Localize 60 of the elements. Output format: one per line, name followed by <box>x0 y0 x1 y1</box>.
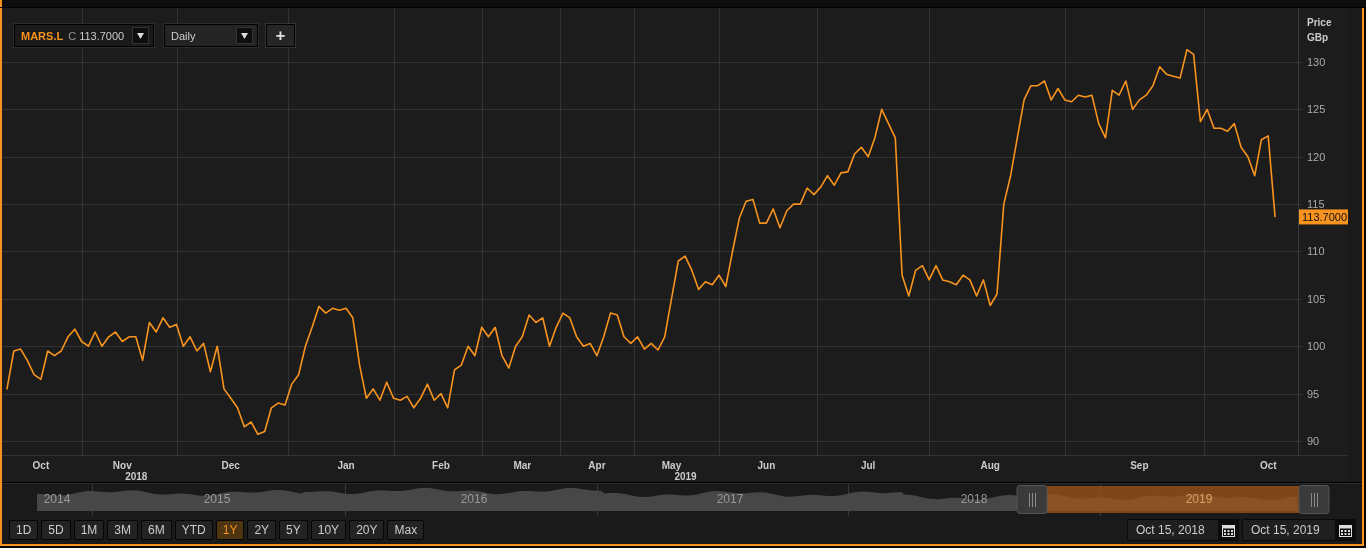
calendar-icon[interactable] <box>1338 523 1352 537</box>
month-label: May <box>661 460 682 471</box>
interval-dropdown[interactable]: Daily <box>164 24 258 47</box>
axis-label: 115 <box>1307 198 1325 211</box>
range-handle[interactable] <box>1016 485 1048 514</box>
month-label: Jun <box>757 460 776 471</box>
symbol-dropdown[interactable]: MARS.L C 113.7000 <box>14 24 154 47</box>
axis-label: 95 <box>1307 387 1320 400</box>
range-button[interactable]: 1D <box>9 520 39 540</box>
range-button[interactable]: 10Y <box>310 520 347 540</box>
range-button[interactable]: 5D <box>41 520 71 540</box>
add-button[interactable]: + <box>266 24 295 47</box>
month-label: Oct <box>32 460 50 471</box>
year-label: 2018 <box>960 492 988 506</box>
month-label: Oct <box>1259 460 1277 471</box>
range-button[interactable]: 1M <box>73 520 105 540</box>
year-label: 2016 <box>460 492 488 506</box>
month-label: Mar <box>513 460 532 471</box>
date-field[interactable]: Oct 15, 2019 <box>1242 519 1356 541</box>
range-button[interactable]: 2Y <box>247 520 277 540</box>
axis-label: 105 <box>1307 292 1326 305</box>
range-button[interactable]: 3M <box>107 520 139 540</box>
year-label: 2019 <box>674 471 697 482</box>
year-label: 2018 <box>125 471 148 482</box>
month-label: Nov <box>112 460 132 471</box>
range-button[interactable]: 20Y <box>349 520 385 540</box>
month-label: Jul <box>860 460 876 471</box>
month-label: Feb <box>432 460 450 471</box>
axis-label: 90 <box>1307 435 1320 447</box>
year-label: 2015 <box>203 492 231 506</box>
symbol-label: MARS.L <box>21 29 64 42</box>
month-label: Apr <box>588 460 606 471</box>
range-button[interactable]: Max <box>387 520 425 540</box>
axis-title: Price <box>1307 17 1332 28</box>
last-price-label: 113.7000 <box>1299 209 1348 225</box>
axis-label: 100 <box>1307 340 1326 353</box>
year-label: 2019 <box>1185 492 1213 506</box>
close-value: 113.7000 <box>79 29 125 42</box>
axis-label: 125 <box>1307 103 1326 116</box>
range-button[interactable]: 5Y <box>279 520 308 540</box>
caret-icon <box>137 32 144 39</box>
axis-label: 130 <box>1307 56 1326 68</box>
range-button[interactable]: YTD <box>174 520 213 540</box>
month-label: Sep <box>1130 460 1149 471</box>
close-label: C <box>68 29 77 42</box>
year-label: 2014 <box>43 492 71 506</box>
interval-value: Daily <box>171 29 196 42</box>
month-label: Aug <box>980 460 1000 471</box>
axis-unit: GBp <box>1307 32 1329 43</box>
year-label: 2017 <box>716 492 744 506</box>
calendar-icon[interactable] <box>1221 523 1235 537</box>
caret-icon <box>241 32 248 39</box>
month-label: Dec <box>221 460 240 471</box>
range-handle[interactable] <box>1298 485 1330 514</box>
date-field[interactable]: Oct 15, 2018 <box>1127 519 1239 541</box>
range-button[interactable]: 6M <box>141 520 172 540</box>
month-label: Jan <box>337 460 355 471</box>
range-button[interactable]: 1Y <box>215 520 245 540</box>
axis-label: 120 <box>1307 150 1326 163</box>
axis-label: 110 <box>1307 245 1325 258</box>
